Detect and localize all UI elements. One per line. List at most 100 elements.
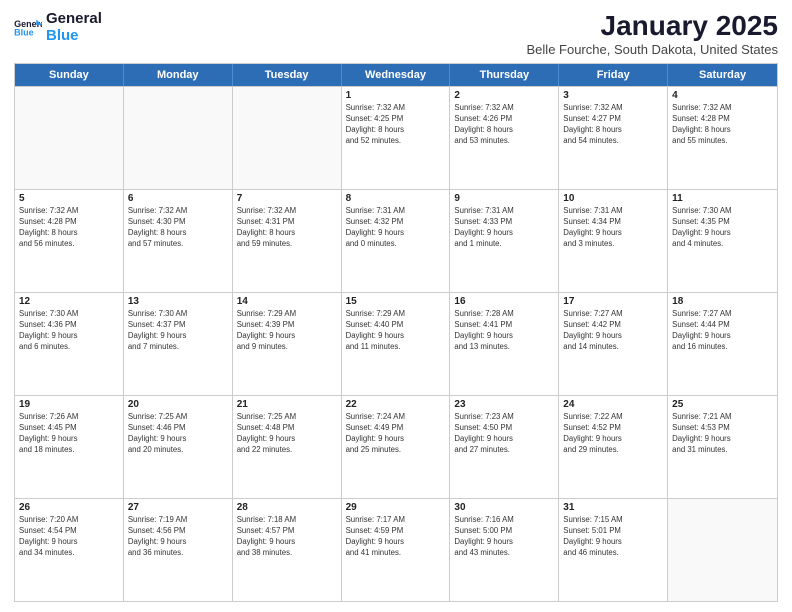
cell-line: and 22 minutes.: [237, 445, 337, 456]
cell-line: Sunset: 4:52 PM: [563, 423, 663, 434]
cell-line: Daylight: 9 hours: [563, 228, 663, 239]
cell-line: Sunset: 5:00 PM: [454, 526, 554, 537]
cell-line: Daylight: 8 hours: [19, 228, 119, 239]
day-number: 14: [237, 296, 337, 307]
cell-line: Daylight: 9 hours: [454, 537, 554, 548]
logo: General Blue General Blue: [14, 10, 102, 45]
day-cell-7: 7Sunrise: 7:32 AMSunset: 4:31 PMDaylight…: [233, 190, 342, 292]
header: General Blue General Blue January 2025 B…: [14, 10, 778, 57]
cell-line: Sunrise: 7:20 AM: [19, 515, 119, 526]
cell-line: Daylight: 9 hours: [672, 228, 773, 239]
day-of-week-monday: Monday: [124, 64, 233, 86]
day-cell-22: 22Sunrise: 7:24 AMSunset: 4:49 PMDayligh…: [342, 396, 451, 498]
cell-line: Sunset: 4:46 PM: [128, 423, 228, 434]
day-cell-30: 30 Sunrise: 7:16 AMSunset: 5:00 PMDayligh…: [450, 499, 559, 601]
day-number: 25: [672, 399, 773, 410]
day-cell-1: 1Sunrise: 7:32 AMSunset: 4:25 PMDaylight…: [342, 87, 451, 189]
cell-line: Sunrise: 7:25 AM: [237, 412, 337, 423]
cell-line: Sunrise: 7:16 AM: [454, 515, 554, 526]
cell-line: Sunset: 4:28 PM: [672, 114, 773, 125]
cell-line: Sunrise: 7:24 AM: [346, 412, 446, 423]
day-cell-15: 15Sunrise: 7:29 AMSunset: 4:40 PMDayligh…: [342, 293, 451, 395]
title-section: January 2025 Belle Fourche, South Dakota…: [527, 10, 778, 57]
cell-line: Sunrise: 7:17 AM: [346, 515, 446, 526]
cell-line: Daylight: 9 hours: [346, 228, 446, 239]
cell-line: and 16 minutes.: [672, 342, 773, 353]
cell-line: Sunrise: 7:31 AM: [454, 206, 554, 217]
cell-line: and 36 minutes.: [128, 548, 228, 559]
week-row-3: 12Sunrise: 7:30 AMSunset: 4:36 PMDayligh…: [15, 292, 777, 395]
day-cell-20: 20Sunrise: 7:25 AMSunset: 4:46 PMDayligh…: [124, 396, 233, 498]
day-number: 7: [237, 193, 337, 204]
cell-line: and 31 minutes.: [672, 445, 773, 456]
day-of-week-friday: Friday: [559, 64, 668, 86]
location: Belle Fourche, South Dakota, United Stat…: [527, 42, 778, 57]
day-number: 3: [563, 90, 663, 101]
logo-icon: General Blue: [14, 18, 42, 36]
day-cell-24: 24Sunrise: 7:22 AMSunset: 4:52 PMDayligh…: [559, 396, 668, 498]
week-row-5: 26Sunrise: 7:20 AMSunset: 4:54 PMDayligh…: [15, 498, 777, 601]
week-row-1: 1Sunrise: 7:32 AMSunset: 4:25 PMDaylight…: [15, 86, 777, 189]
cell-line: and 9 minutes.: [237, 342, 337, 353]
cell-line: Sunset: 4:30 PM: [128, 217, 228, 228]
cell-line: Daylight: 8 hours: [237, 228, 337, 239]
cell-line: and 54 minutes.: [563, 136, 663, 147]
day-number: 30: [454, 502, 554, 513]
month-year: January 2025: [527, 10, 778, 42]
logo-blue: Blue: [46, 27, 102, 44]
day-number: 1: [346, 90, 446, 101]
day-of-week-wednesday: Wednesday: [342, 64, 451, 86]
cell-line: Sunset: 4:28 PM: [19, 217, 119, 228]
cell-line: and 52 minutes.: [346, 136, 446, 147]
cell-line: and 57 minutes.: [128, 239, 228, 250]
cell-line: Daylight: 8 hours: [128, 228, 228, 239]
day-cell-3: 3Sunrise: 7:32 AMSunset: 4:27 PMDaylight…: [559, 87, 668, 189]
day-cell-23: 23Sunrise: 7:23 AMSunset: 4:50 PMDayligh…: [450, 396, 559, 498]
cell-line: Sunrise: 7:19 AM: [128, 515, 228, 526]
cell-line: and 55 minutes.: [672, 136, 773, 147]
cell-line: Sunrise: 7:18 AM: [237, 515, 337, 526]
empty-cell: [15, 87, 124, 189]
cell-line: Daylight: 8 hours: [454, 125, 554, 136]
cell-line: Sunset: 4:59 PM: [346, 526, 446, 537]
day-cell-13: 13Sunrise: 7:30 AMSunset: 4:37 PMDayligh…: [124, 293, 233, 395]
day-number: 4: [672, 90, 773, 101]
cell-line: and 18 minutes.: [19, 445, 119, 456]
day-cell-9: 9Sunrise: 7:31 AMSunset: 4:33 PMDaylight…: [450, 190, 559, 292]
cell-line: Daylight: 9 hours: [563, 331, 663, 342]
cell-line: Sunset: 4:25 PM: [346, 114, 446, 125]
day-cell-17: 17Sunrise: 7:27 AMSunset: 4:42 PMDayligh…: [559, 293, 668, 395]
cell-line: and 43 minutes.: [454, 548, 554, 559]
cell-line: Daylight: 8 hours: [346, 125, 446, 136]
day-cell-25: 25Sunrise: 7:21 AMSunset: 4:53 PMDayligh…: [668, 396, 777, 498]
cell-line: Sunrise: 7:30 AM: [19, 309, 119, 320]
day-cell-8: 8Sunrise: 7:31 AMSunset: 4:32 PMDaylight…: [342, 190, 451, 292]
cell-line: Sunrise: 7:29 AM: [237, 309, 337, 320]
cell-line: Sunrise: 7:32 AM: [237, 206, 337, 217]
cell-line: Sunrise: 7:25 AM: [128, 412, 228, 423]
day-cell-27: 27Sunrise: 7:19 AMSunset: 4:56 PMDayligh…: [124, 499, 233, 601]
cell-line: Sunset: 4:44 PM: [672, 320, 773, 331]
cell-line: and 38 minutes.: [237, 548, 337, 559]
cell-line: and 56 minutes.: [19, 239, 119, 250]
cell-line: Sunset: 4:37 PM: [128, 320, 228, 331]
cell-line: Sunset: 4:53 PM: [672, 423, 773, 434]
cell-line: Daylight: 9 hours: [563, 537, 663, 548]
cell-line: Daylight: 9 hours: [454, 228, 554, 239]
day-cell-4: 4Sunrise: 7:32 AMSunset: 4:28 PMDaylight…: [668, 87, 777, 189]
cell-line: Sunrise: 7:32 AM: [128, 206, 228, 217]
cell-line: and 0 minutes.: [346, 239, 446, 250]
cell-line: and 6 minutes.: [19, 342, 119, 353]
day-number: 20: [128, 399, 228, 410]
cell-line: Sunset: 4:27 PM: [563, 114, 663, 125]
cell-line: Daylight: 8 hours: [563, 125, 663, 136]
cell-line: and 7 minutes.: [128, 342, 228, 353]
cell-line: Daylight: 9 hours: [346, 331, 446, 342]
cell-line: Daylight: 9 hours: [237, 537, 337, 548]
day-of-week-saturday: Saturday: [668, 64, 777, 86]
cell-line: and 3 minutes.: [563, 239, 663, 250]
cell-line: Sunrise: 7:32 AM: [19, 206, 119, 217]
cell-line: Daylight: 9 hours: [237, 331, 337, 342]
day-cell-18: 18Sunrise: 7:27 AMSunset: 4:44 PMDayligh…: [668, 293, 777, 395]
cell-line: Sunrise: 7:21 AM: [672, 412, 773, 423]
